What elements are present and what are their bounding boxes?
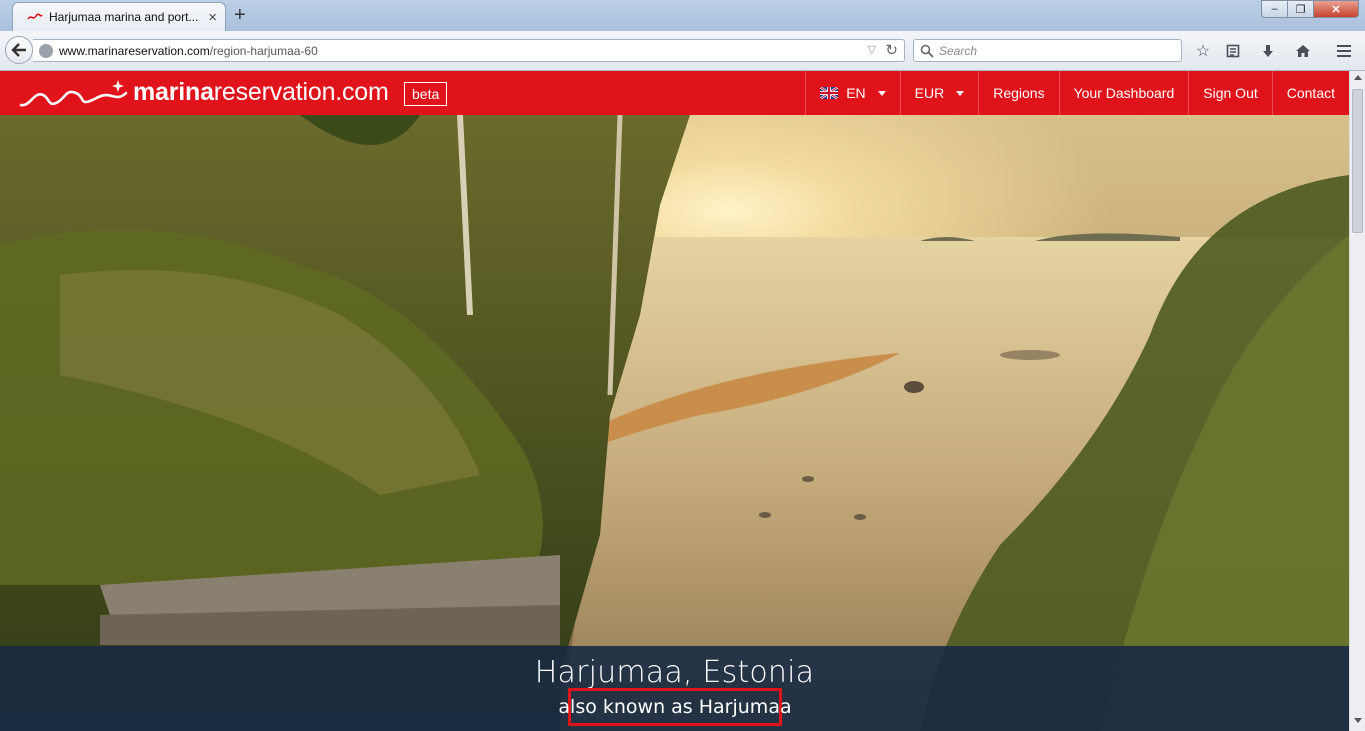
reading-list-icon[interactable]: [1222, 40, 1244, 62]
url-path: /region-harjumaa-60: [209, 43, 318, 58]
site-logo-text[interactable]: marinareservation.com: [133, 78, 389, 107]
back-arrow-icon: [11, 43, 26, 57]
alias-highlight-box: also known as Harjumaa: [558, 688, 792, 726]
hero-banner: Harjumaa, Estonia also known as Harjumaa: [0, 115, 1349, 731]
tab-title: Harjumaa marina and port...: [49, 10, 199, 24]
language-label: EN: [846, 85, 866, 101]
region-caption-bar: Harjumaa, Estonia also known as Harjumaa: [0, 646, 1349, 731]
uk-flag-icon: [820, 87, 839, 99]
logo-light-part: reservation.com: [213, 78, 389, 106]
wave-logo-icon[interactable]: [18, 77, 128, 111]
chevron-down-icon: [956, 90, 965, 96]
nav-dashboard[interactable]: Your Dashboard: [1058, 71, 1189, 115]
url-host: www.marinareservation.com: [59, 43, 210, 58]
marina-favicon-icon: [27, 13, 43, 20]
minimize-window-button[interactable]: –: [1261, 0, 1288, 18]
menu-hamburger-icon[interactable]: [1333, 40, 1355, 62]
logo-bold-part: marina: [133, 78, 214, 106]
scroll-down-arrow-icon[interactable]: [1354, 718, 1362, 723]
main-navigation: EN EUR Regions Your Dashboard Sign Out C…: [805, 71, 1349, 115]
search-input[interactable]: Search: [913, 39, 1182, 62]
page-scrollbar[interactable]: [1349, 71, 1365, 731]
maximize-window-button[interactable]: ❐: [1287, 0, 1314, 18]
chevron-down-icon: [877, 90, 886, 96]
download-icon[interactable]: [1257, 40, 1279, 62]
url-text: www.marinareservation.com/region-harjuma…: [59, 44, 318, 58]
close-window-button[interactable]: ✕: [1313, 0, 1359, 18]
currency-label: EUR: [914, 85, 945, 101]
bookmark-star-icon[interactable]: ☆: [1192, 40, 1214, 62]
new-tab-button[interactable]: +: [234, 5, 246, 25]
hero-landscape-image: [0, 115, 1349, 731]
browser-tab[interactable]: Harjumaa marina and port... ×: [12, 2, 226, 31]
search-placeholder: Search: [939, 43, 978, 58]
region-title: Harjumaa, Estonia: [534, 655, 815, 690]
browser-tab-strip: Harjumaa marina and port... × + – ❐ ✕: [0, 0, 1365, 31]
nav-regions[interactable]: Regions: [978, 71, 1058, 115]
back-button[interactable]: [5, 36, 33, 64]
reload-icon[interactable]: ↻: [885, 41, 898, 59]
also-known-as-text: also known as Harjumaa: [558, 696, 792, 718]
nav-sign-out[interactable]: Sign Out: [1188, 71, 1271, 115]
site-header: marinareservation.com beta EN EUR Region…: [0, 71, 1349, 115]
address-bar[interactable]: www.marinareservation.com/region-harjuma…: [33, 39, 905, 62]
scroll-up-arrow-icon[interactable]: [1354, 75, 1362, 80]
beta-badge: beta: [404, 82, 448, 106]
tab-close-icon[interactable]: ×: [208, 10, 217, 25]
currency-dropdown[interactable]: EUR: [899, 71, 979, 115]
globe-icon: [39, 43, 53, 58]
language-dropdown[interactable]: EN: [805, 71, 899, 115]
home-icon[interactable]: [1292, 40, 1314, 62]
scrollbar-thumb[interactable]: [1352, 89, 1363, 233]
browser-toolbar: www.marinareservation.com/region-harjuma…: [0, 31, 1365, 71]
search-icon: [920, 44, 934, 58]
nav-contact[interactable]: Contact: [1271, 71, 1349, 115]
url-history-dropdown-icon[interactable]: ▽: [868, 43, 876, 56]
